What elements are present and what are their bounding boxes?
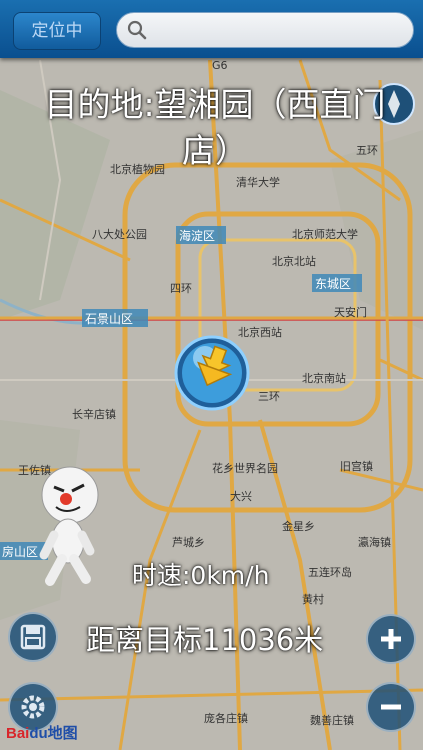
zoom-out-icon: [381, 704, 401, 710]
map-label: 石景山区: [85, 312, 133, 326]
map-label: 四环: [170, 282, 192, 295]
map-label: 北京西站: [238, 325, 282, 339]
map-label: 天安门: [334, 305, 367, 319]
map-label: 黄村: [302, 592, 324, 606]
mascot-icon: [39, 466, 99, 586]
map-label: 芦城乡: [172, 536, 205, 549]
map-label: 庞各庄镇: [204, 711, 248, 725]
destination-text: 目的地:望湘园（西直门店）: [44, 85, 386, 170]
map-label: 长辛店镇: [72, 407, 116, 421]
map-label: 魏善庄镇: [310, 713, 354, 727]
map-label: 北京北站: [272, 254, 316, 268]
search-input[interactable]: [153, 17, 407, 43]
map-label: 清华大学: [236, 175, 280, 189]
map-label: 八大处公园: [92, 227, 147, 241]
map-label: G6: [212, 59, 228, 72]
map-label: 大兴: [230, 489, 252, 503]
map-label: 五连环岛: [308, 565, 352, 579]
baidu-map-logo: Baidu地图: [6, 725, 78, 742]
search-icon: [127, 20, 147, 40]
search-box[interactable]: [116, 12, 414, 48]
zoom-out-button[interactable]: [366, 682, 416, 732]
save-button[interactable]: [8, 612, 58, 662]
speed-text: 时速:0km/h: [132, 561, 270, 590]
map-label: 东城区: [315, 277, 351, 291]
distance-text: 距离目标11036米: [86, 623, 324, 657]
destination-marker-icon[interactable]: [174, 335, 250, 411]
zoom-in-button[interactable]: [366, 614, 416, 664]
map-label: 北京师范大学: [292, 227, 358, 241]
locate-button[interactable]: 定位中: [13, 12, 101, 50]
map-label: 北京南站: [302, 371, 346, 385]
map-label: 旧宫镇: [340, 459, 373, 473]
zoom-in-icon: [381, 629, 401, 649]
top-bar: 定位中: [0, 0, 423, 58]
map-label: 三环: [258, 390, 280, 403]
map-label: 花乡世界名园: [212, 461, 278, 475]
map-label: 海淀区: [179, 228, 215, 243]
map-label: 金星乡: [282, 519, 315, 533]
map-label: 房山区: [2, 544, 38, 559]
map-label: 瀛海镇: [358, 535, 391, 549]
save-icon: [20, 624, 46, 650]
